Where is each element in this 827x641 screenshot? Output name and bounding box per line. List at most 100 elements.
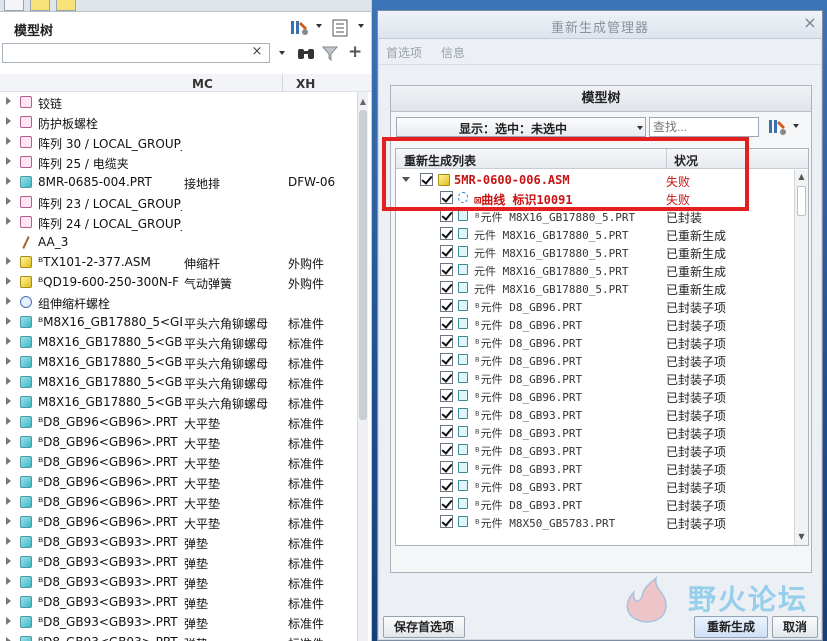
expand-arrow-icon[interactable] [6, 317, 11, 325]
tab-model-tree[interactable] [4, 0, 24, 11]
regenerate-checkbox[interactable] [420, 173, 433, 186]
scroll-thumb[interactable] [797, 186, 806, 216]
regenerate-checkbox[interactable] [440, 245, 453, 258]
expand-arrow-icon[interactable] [6, 357, 11, 365]
expand-arrow-icon[interactable] [6, 517, 11, 525]
regeneration-row[interactable]: ᴮ元件 D8_GB93.PRT 已封装子项 [396, 423, 794, 441]
expand-arrow-icon[interactable] [6, 597, 11, 605]
list-scrollbar[interactable]: ▲ ▼ [794, 170, 808, 545]
tree-row[interactable]: ᴮD8_GB93<GB93>.PRT 弹垫 标准件 [0, 612, 365, 632]
expand-arrow-icon[interactable] [6, 377, 11, 385]
regeneration-row[interactable]: ᴮ元件 M8X16_GB17880_5.PRT 已封装 [396, 207, 794, 225]
show-filter-select[interactable]: 显示：选中：未选中 [396, 117, 646, 137]
collapse-arrow-icon[interactable] [402, 177, 410, 182]
expand-arrow-icon[interactable] [6, 177, 11, 185]
expand-arrow-icon[interactable] [6, 97, 11, 105]
settings-icon[interactable] [288, 18, 310, 38]
expand-arrow-icon[interactable] [6, 617, 11, 625]
column-separator[interactable] [666, 149, 667, 169]
scroll-down-icon[interactable]: ▼ [795, 530, 808, 544]
tree-row[interactable]: M8X16_GB17880_5<GB1 平头六角铆螺母 标准件 [0, 392, 365, 412]
tree-row[interactable]: 阵列 30 / LOCAL_GROUP_ [0, 132, 365, 152]
tree-row[interactable]: ᴮQD19-600-250-300N-F 气动弹簧 外购件 [0, 272, 365, 292]
regeneration-row[interactable]: 元件 M8X16_GB17880_5.PRT 已重新生成 [396, 225, 794, 243]
expand-arrow-icon[interactable] [6, 117, 11, 125]
regeneration-row[interactable]: 元件 M8X16_GB17880_5.PRT 已重新生成 [396, 261, 794, 279]
regenerate-checkbox[interactable] [440, 191, 453, 204]
tree-row[interactable]: ᴮD8_GB96<GB96>.PRT 大平垫 标准件 [0, 412, 365, 432]
regeneration-row[interactable]: ᴮ元件 D8_GB96.PRT 已封装子项 [396, 333, 794, 351]
tree-row[interactable]: ᴮTX101-2-377.ASM 伸缩杆 外购件 [0, 252, 365, 272]
dialog-title-bar[interactable]: 重新生成管理器 × [378, 11, 822, 39]
regeneration-row[interactable]: ᴮ元件 D8_GB96.PRT 已封装子项 [396, 369, 794, 387]
tab-favorites[interactable] [56, 0, 76, 11]
regeneration-row[interactable]: ᴮ元件 D8_GB93.PRT 已封装子项 [396, 441, 794, 459]
show-list-icon[interactable] [330, 18, 354, 38]
add-column-icon[interactable]: + [348, 44, 362, 61]
regenerate-checkbox[interactable] [440, 281, 453, 294]
expand-arrow-icon[interactable] [6, 337, 11, 345]
regenerate-checkbox[interactable] [440, 443, 453, 456]
search-dropdown-icon[interactable] [279, 51, 285, 55]
tree-row[interactable]: 阵列 25 / 电缆夹 [0, 152, 365, 172]
regenerate-checkbox[interactable] [440, 497, 453, 510]
column-status[interactable]: 状况 [674, 152, 698, 169]
tree-row[interactable]: 8MR-0685-004.PRT 接地排 DFW-06 [0, 172, 365, 192]
regenerate-checkbox[interactable] [440, 299, 453, 312]
tree-row[interactable]: 阵列 23 / LOCAL_GROUP_ [0, 192, 365, 212]
regenerate-checkbox[interactable] [440, 461, 453, 474]
expand-arrow-icon[interactable] [6, 637, 11, 641]
settings-dropdown-icon[interactable] [316, 24, 322, 28]
column-separator[interactable] [282, 74, 283, 92]
tree-row[interactable]: ᴮD8_GB93<GB93>.PRT 弹垫 标准件 [0, 532, 365, 552]
regeneration-row[interactable]: ᴮ元件 D8_GB96.PRT 已封装子项 [396, 351, 794, 369]
expand-arrow-icon[interactable] [6, 217, 11, 225]
save-preferences-button[interactable]: 保存首选项 [383, 616, 465, 638]
regenerate-checkbox[interactable] [440, 425, 453, 438]
menu-info[interactable]: 信息 [441, 44, 465, 61]
expand-arrow-icon[interactable] [6, 537, 11, 545]
regenerate-checkbox[interactable] [440, 515, 453, 528]
expand-arrow-icon[interactable] [6, 557, 11, 565]
regeneration-row[interactable]: 元件 M8X16_GB17880_5.PRT 已重新生成 [396, 279, 794, 297]
regeneration-row[interactable]: ᴮ元件 D8_GB93.PRT 已封装子项 [396, 495, 794, 513]
regeneration-row[interactable]: ⊠曲线 标识10091 失败 [396, 189, 794, 207]
clear-search-icon[interactable]: × [250, 45, 264, 59]
regeneration-row[interactable]: ᴮ元件 D8_GB93.PRT 已封装子项 [396, 459, 794, 477]
expand-arrow-icon[interactable] [6, 197, 11, 205]
expand-arrow-icon[interactable] [6, 457, 11, 465]
tree-row[interactable]: ᴮD8_GB96<GB96>.PRT 大平垫 标准件 [0, 512, 365, 532]
tree-row[interactable]: ᴮD8_GB96<GB96>.PRT 大平垫 标准件 [0, 452, 365, 472]
scroll-up-icon[interactable]: ▲ [358, 98, 368, 106]
tree-row[interactable]: ᴮD8_GB93<GB93>.PRT 弹垫 标准件 [0, 592, 365, 612]
regeneration-row[interactable]: 元件 M8X16_GB17880_5.PRT 已重新生成 [396, 243, 794, 261]
regenerate-checkbox[interactable] [440, 335, 453, 348]
tree-search-input[interactable] [2, 43, 270, 63]
regenerate-checkbox[interactable] [440, 209, 453, 222]
regeneration-row[interactable]: ᴮ元件 D8_GB93.PRT 已封装子项 [396, 405, 794, 423]
tree-row[interactable]: 铰链 [0, 92, 365, 112]
expand-arrow-icon[interactable] [6, 297, 11, 305]
column-xh[interactable]: XH [296, 77, 315, 91]
cancel-button[interactable]: 取消 [772, 616, 818, 638]
tab-folder[interactable] [30, 0, 50, 11]
regenerate-button[interactable]: 重新生成 [694, 616, 768, 638]
expand-arrow-icon[interactable] [6, 397, 11, 405]
tree-row[interactable]: 防护板螺栓 [0, 112, 365, 132]
expand-arrow-icon[interactable] [6, 497, 11, 505]
tree-row[interactable]: M8X16_GB17880_5<GB1 平头六角铆螺母 标准件 [0, 352, 365, 372]
scroll-thumb[interactable] [359, 110, 367, 420]
regenerate-checkbox[interactable] [440, 389, 453, 402]
tree-row[interactable]: M8X16_GB17880_5<GB1 平头六角铆螺母 标准件 [0, 332, 365, 352]
regenerate-checkbox[interactable] [440, 407, 453, 420]
expand-arrow-icon[interactable] [6, 157, 11, 165]
regenerate-checkbox[interactable] [440, 353, 453, 366]
scroll-up-icon[interactable]: ▲ [795, 170, 808, 184]
regenerate-checkbox[interactable] [440, 317, 453, 330]
tree-row[interactable]: ᴮD8_GB93<GB93>.PRT 弹垫 标准件 [0, 572, 365, 592]
tree-scrollbar[interactable]: ▲ [357, 92, 368, 641]
binoculars-icon[interactable] [297, 45, 315, 61]
tree-row[interactable]: ᴮD8_GB93<GB93>.PRT 弹垫 标准件 [0, 552, 365, 572]
regenerate-checkbox[interactable] [440, 263, 453, 276]
show-dropdown-icon[interactable] [358, 24, 364, 28]
